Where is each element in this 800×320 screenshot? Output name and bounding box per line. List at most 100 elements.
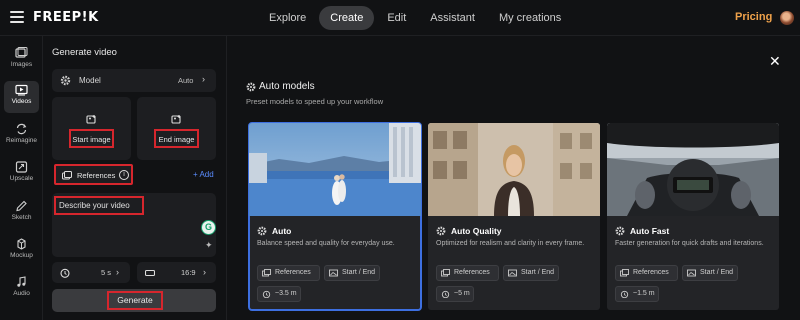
time-chip: ~1.5 m — [615, 286, 659, 302]
section-title: Auto models — [246, 81, 315, 92]
sidebar-item-label: Videos — [11, 98, 32, 105]
add-reference-link[interactable]: + Add — [193, 170, 214, 179]
chip-label: Start / End — [342, 269, 376, 276]
chip-label: ~3.5 m — [275, 290, 297, 297]
references-chip: References — [615, 265, 678, 281]
nav-explore[interactable]: Explore — [258, 6, 317, 30]
auto-preview-image — [249, 123, 421, 216]
sidebar-item-upscale[interactable]: Upscale — [4, 158, 39, 190]
menu-icon[interactable] — [10, 11, 24, 23]
sidebar-item-mockup[interactable]: Mockup — [4, 235, 39, 267]
grammarly-icon[interactable]: G — [201, 220, 216, 235]
user-avatar[interactable] — [780, 11, 794, 25]
auto-fast-preview-image — [607, 123, 779, 216]
model-card-auto-fast[interactable]: Auto Fast Faster generation for quick dr… — [607, 123, 779, 310]
card-description: Faster generation for quick drafts and i… — [615, 240, 764, 247]
gear-icon — [436, 226, 446, 236]
upscale-icon — [15, 161, 28, 173]
prompt-textarea[interactable]: Describe your video G ✦ — [52, 193, 216, 257]
sidebar-item-audio[interactable]: Audio — [4, 273, 39, 305]
chip-label: References — [454, 269, 490, 276]
card-title: Auto — [272, 226, 292, 236]
start-end-chip: Start / End — [324, 265, 380, 281]
gear-icon — [246, 82, 256, 92]
image-add-icon — [86, 115, 96, 124]
references-icon — [262, 269, 271, 277]
chip-label: Start / End — [521, 269, 555, 276]
model-value: Auto — [178, 76, 194, 85]
model-card-auto-quality[interactable]: Auto Quality Optimized for realism and c… — [428, 123, 600, 310]
image-icon — [508, 269, 517, 277]
sidebar-item-label: Reimagine — [5, 137, 38, 144]
info-icon[interactable]: i — [119, 170, 129, 180]
timer-icon — [441, 290, 450, 298]
time-chip: ~3.5 m — [257, 286, 301, 302]
sidebar-item-label: Audio — [13, 290, 30, 297]
audio-icon — [17, 276, 26, 287]
references-chip: References — [257, 265, 320, 281]
start-image-label: Start image — [69, 129, 114, 148]
chevron-right-icon: › — [203, 267, 206, 277]
generate-button[interactable]: Generate — [52, 289, 216, 312]
references-icon — [62, 171, 72, 180]
time-chip: ~5 m — [436, 286, 474, 302]
gear-icon — [257, 226, 267, 236]
chip-label: References — [633, 269, 669, 276]
duration-value: 5 s — [101, 268, 112, 277]
start-end-chip: Start / End — [503, 265, 559, 281]
brand-logo[interactable]: FREEP!K — [33, 10, 99, 25]
generate-label: Generate — [107, 291, 163, 310]
close-icon[interactable]: ✕ — [769, 54, 781, 68]
aspect-ratio-selector[interactable]: 16:9 › — [137, 262, 216, 283]
duration-selector[interactable]: 5 s › — [52, 262, 130, 283]
chip-label: ~5 m — [454, 290, 470, 297]
aspect-ratio-value: 16:9 — [181, 268, 196, 277]
references-button[interactable]: References i — [54, 164, 133, 185]
references-row: References i + Add — [52, 164, 216, 186]
gear-icon — [615, 226, 625, 236]
gear-icon — [60, 75, 71, 86]
chip-label: ~1.5 m — [633, 290, 655, 297]
card-description: Optimized for realism and clarity in eve… — [436, 240, 585, 247]
chip-label: References — [275, 269, 311, 276]
model-selector[interactable]: Model Auto › — [52, 69, 216, 92]
nav-edit[interactable]: Edit — [376, 6, 417, 30]
pricing-link[interactable]: Pricing — [735, 11, 772, 23]
prompt-placeholder: Describe your video — [54, 196, 144, 215]
card-description: Balance speed and quality for everyday u… — [257, 240, 395, 247]
end-image-upload[interactable]: End image — [137, 97, 216, 160]
model-label: Model — [79, 76, 101, 85]
sidebar-item-reimagine[interactable]: Reimagine — [4, 120, 39, 152]
aspect-ratio-icon — [145, 269, 155, 277]
nav-create[interactable]: Create — [319, 6, 375, 30]
chevron-right-icon: › — [116, 267, 119, 277]
model-card-auto[interactable]: Auto Balance speed and quality for every… — [248, 122, 422, 311]
references-icon — [441, 269, 450, 277]
top-bar: FREEP!K Explore Create Edit Assistant My… — [0, 0, 800, 36]
pencil-icon — [16, 200, 27, 212]
end-image-label: End image — [154, 129, 199, 148]
clock-icon — [60, 268, 70, 278]
references-icon — [620, 269, 629, 277]
image-icon — [15, 47, 28, 58]
auto-quality-preview-image — [428, 123, 600, 216]
nav-assistant[interactable]: Assistant — [419, 6, 486, 30]
sidebar-item-videos[interactable]: Videos — [4, 81, 39, 113]
models-area: ✕ Auto models Preset models to speed up … — [227, 36, 800, 320]
card-title: Auto Quality — [451, 226, 502, 236]
references-chip: References — [436, 265, 499, 281]
sidebar-item-label: Sketch — [11, 214, 32, 221]
magic-wand-icon[interactable]: ✦ — [205, 240, 213, 251]
video-icon — [15, 84, 28, 96]
sidebar: Images Videos Reimagine Upscale Sketch M… — [0, 36, 43, 320]
image-icon — [687, 269, 696, 277]
sidebar-item-sketch[interactable]: Sketch — [4, 197, 39, 229]
nav-my-creations[interactable]: My creations — [488, 6, 572, 30]
sidebar-item-images[interactable]: Images — [4, 44, 39, 76]
start-image-upload[interactable]: Start image — [52, 97, 131, 160]
section-subtitle: Preset models to speed up your workflow — [246, 97, 384, 106]
sidebar-item-label: Images — [10, 61, 33, 68]
sidebar-item-label: Upscale — [9, 175, 34, 182]
section-title-text: Auto models — [259, 81, 315, 92]
chevron-right-icon: › — [202, 74, 205, 84]
